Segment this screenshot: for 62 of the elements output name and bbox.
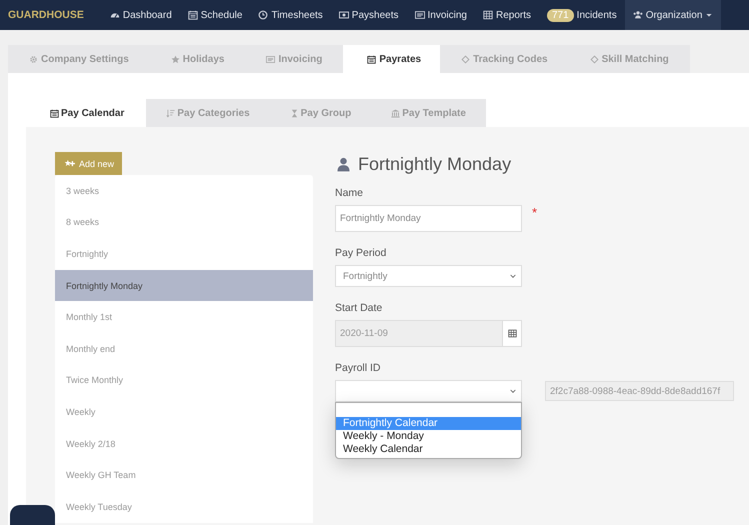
calendar-icon <box>367 54 376 64</box>
nav-link[interactable]: Schedule <box>180 0 250 30</box>
tab[interactable]: Company Settings <box>8 45 150 73</box>
chevron-down-icon <box>509 272 517 280</box>
list-item[interactable]: Weekly <box>55 396 313 428</box>
count-badge: 771 <box>546 8 574 22</box>
field-label: Payroll ID <box>335 362 381 374</box>
list-item[interactable]: Weekly Tuesday <box>55 490 313 523</box>
field-label: Pay Period <box>335 247 386 259</box>
list-item[interactable]: Fortnightly Monday <box>55 270 313 302</box>
list-item[interactable]: Weekly 2/18 <box>55 428 313 460</box>
receipt-icon <box>266 54 276 64</box>
nav-link[interactable]: Organization <box>624 0 722 30</box>
users-icon <box>632 10 643 20</box>
logo: GUARDHOUSE <box>7 8 85 23</box>
dropdown-option[interactable]: Fortnightly Calendar <box>336 417 521 430</box>
tab[interactable]: Holidays <box>150 45 246 73</box>
clock-icon <box>258 10 268 20</box>
hourglass-icon <box>290 108 299 118</box>
receipt-icon <box>414 10 424 20</box>
tab[interactable]: Invoicing <box>245 45 344 73</box>
add-new-button[interactable]: Add new <box>55 152 122 175</box>
chevron-down-icon <box>509 387 517 395</box>
dropdown-option[interactable]: Weekly - Monday <box>336 430 521 443</box>
id-field[interactable]: 2f2c7a88-0988-4eac-89dd-8de8add167f <box>545 381 734 401</box>
sort-icon <box>166 108 176 118</box>
star-plus-icon <box>63 158 76 168</box>
calendar-icon <box>188 10 198 20</box>
pay-period-select[interactable]: Fortnightly <box>335 265 522 287</box>
page-title: Fortnightly Monday <box>358 154 512 175</box>
tab[interactable]: Pay Categories <box>146 99 270 127</box>
user-icon <box>336 157 351 172</box>
list-item[interactable]: Fortnightly <box>55 238 313 270</box>
list-item[interactable]: Monthly 1st <box>55 301 313 333</box>
tab[interactable]: Tracking Codes <box>440 45 569 73</box>
field-label: Name <box>335 187 364 199</box>
list-item[interactable]: Twice Monthly <box>55 364 313 396</box>
nav-link[interactable]: Paysheets <box>330 0 406 30</box>
bank-icon <box>391 108 400 118</box>
nav-link[interactable]: Reports <box>474 0 539 30</box>
table-icon <box>482 10 493 20</box>
nav-link[interactable]: 771 Incidents <box>538 0 625 30</box>
nav-link[interactable]: Invoicing <box>406 0 475 30</box>
nav-link[interactable]: Dashboard <box>102 0 180 30</box>
list-item[interactable]: 8 weeks <box>55 206 313 238</box>
calendar-icon <box>50 108 59 118</box>
nav-link[interactable]: Timesheets <box>250 0 331 30</box>
caret-down-icon <box>705 11 714 19</box>
list-item[interactable]: 3 weeks <box>55 175 313 207</box>
tab[interactable]: Pay Template <box>371 99 486 127</box>
name-field[interactable]: Fortnightly Monday <box>335 205 522 232</box>
money-icon <box>338 10 349 20</box>
dropdown-option[interactable]: Weekly Calendar <box>336 443 521 456</box>
star-icon <box>170 54 180 64</box>
field-label: Start Date <box>335 302 382 314</box>
tab[interactable]: Pay Group <box>270 99 372 127</box>
tab[interactable]: Skill Matching <box>568 45 690 73</box>
tab[interactable]: Payrates <box>343 45 440 73</box>
required-mark: * <box>532 205 538 220</box>
gear-icon <box>29 54 38 64</box>
list-item[interactable]: Monthly end <box>55 332 313 365</box>
list-item[interactable]: Weekly GH Team <box>55 459 313 491</box>
